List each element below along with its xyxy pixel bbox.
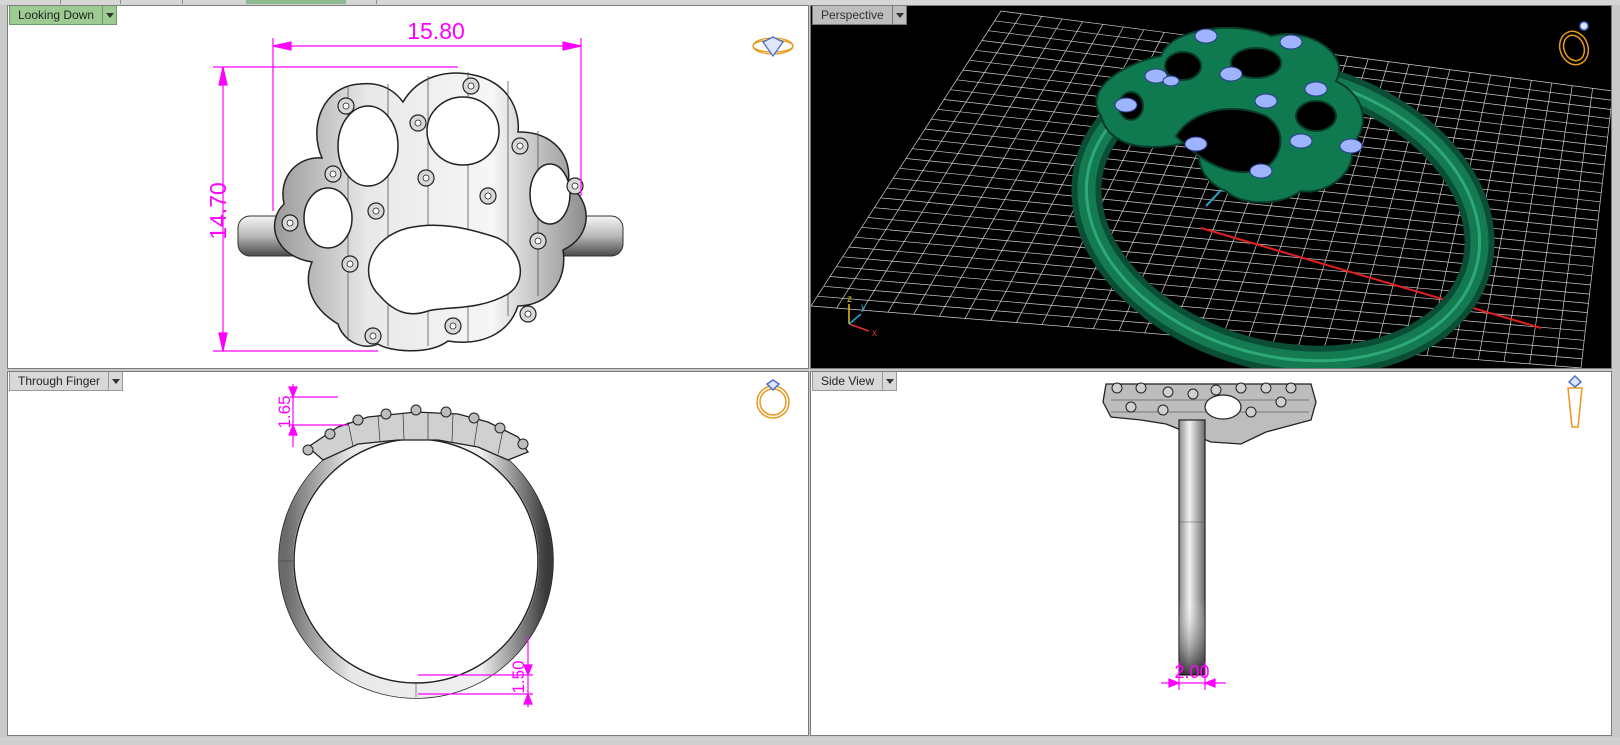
viewport-through-finger[interactable]: Through Finger 1.65 1.50 (7, 371, 809, 736)
front-view-drawing: 1.65 1.50 (275, 379, 790, 707)
dim-top-thickness-text: 1.65 (275, 395, 294, 428)
axis-gizmo (848, 304, 870, 332)
viewport-title: Side View (812, 372, 884, 391)
ring-front-icon (756, 379, 790, 419)
viewport-looking-down[interactable]: Looking Down 15.80 14.70 (7, 5, 809, 369)
viewport-title: Perspective (812, 6, 893, 25)
ring-side-icon (1567, 374, 1583, 428)
dim-width-text: 15.80 (407, 18, 465, 44)
viewport-label-perspective[interactable]: Perspective (812, 6, 907, 25)
dim-height-text: 14.70 (205, 182, 231, 240)
top-view-drawing: 15.80 14.70 (205, 18, 794, 352)
viewport-perspective[interactable]: Perspective z y x (810, 5, 1612, 369)
tab-active[interactable] (246, 0, 346, 4)
viewport-menu-arrow-icon[interactable] (883, 372, 898, 391)
viewport-side-view[interactable]: Side View 2.00 (810, 371, 1612, 736)
viewport-title: Looking Down (9, 6, 104, 25)
viewport-label-through-finger[interactable]: Through Finger (9, 372, 124, 391)
dim-shank-width-text: 2.00 (1174, 662, 1209, 682)
tab-divider (120, 0, 121, 4)
viewport-menu-arrow-icon[interactable] (892, 6, 907, 25)
ring-perspective-icon (1558, 21, 1590, 66)
side-view-drawing: 2.00 (1102, 374, 1583, 690)
grid-line (1529, 85, 1573, 364)
tab-divider (60, 0, 61, 4)
perspective-drawing: z y x (811, 10, 1611, 368)
axis-y-label: y (861, 302, 866, 313)
viewport-label-looking-down[interactable]: Looking Down (9, 6, 118, 25)
viewport-title: Through Finger (9, 372, 110, 391)
diamond-view-icon (752, 36, 794, 58)
grid-line (1554, 88, 1593, 366)
dim-bottom-thickness-text: 1.50 (509, 660, 528, 693)
axis-x-label: x (872, 328, 877, 339)
tab-divider (376, 0, 377, 4)
status-bar (0, 737, 1620, 745)
viewport-label-side-view[interactable]: Side View (812, 372, 898, 391)
viewport-menu-arrow-icon[interactable] (103, 6, 118, 25)
viewport-menu-arrow-icon[interactable] (109, 372, 124, 391)
y-axis-line (1205, 187, 1224, 207)
axis-z-label: z (847, 294, 852, 305)
tab-divider (182, 0, 183, 4)
